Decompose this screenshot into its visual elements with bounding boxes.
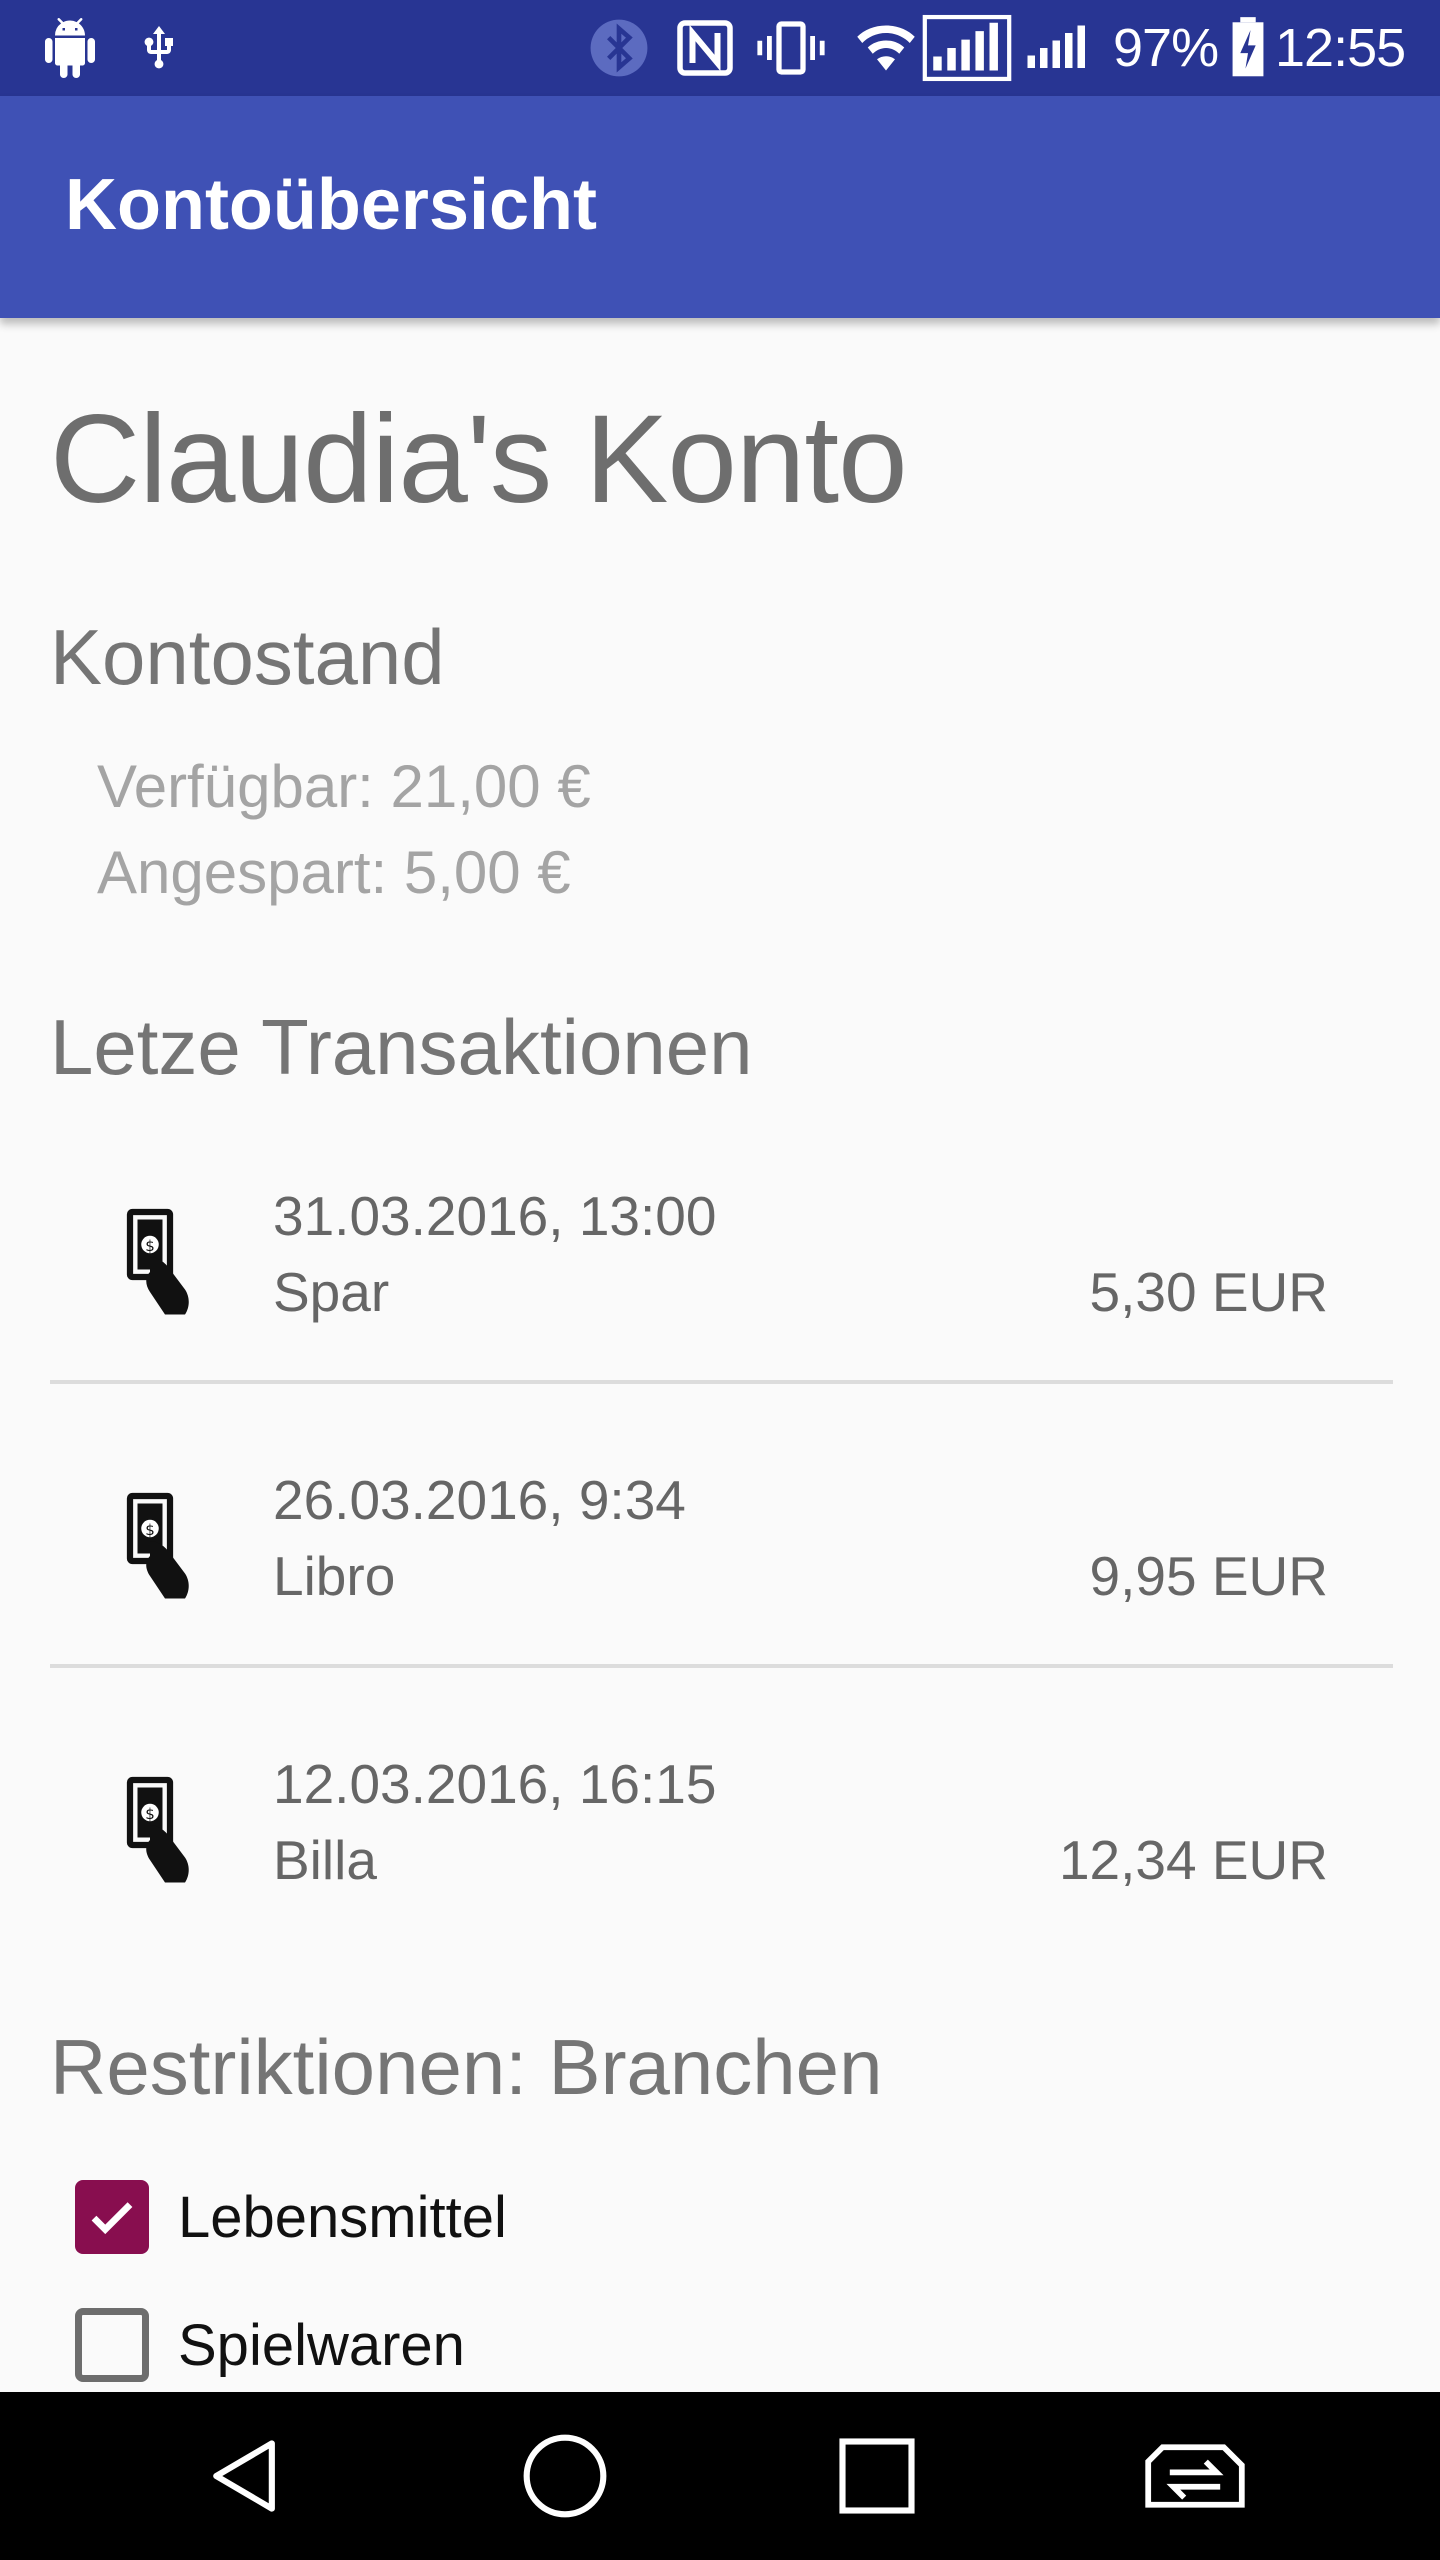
screen: 97% 12:55 Kontoübersicht Claudia's Konto… [0,0,1440,2560]
restriction-spielwaren[interactable]: Spielwaren [75,2305,465,2385]
transaction-row[interactable]: $ 31.03.2016, 13:00 Spar 5,30 EUR [0,1162,1440,1446]
checkbox-label: Spielwaren [178,2312,465,2378]
transaction-merchant: Billa [273,1829,377,1891]
app-bar-title: Kontoübersicht [65,165,597,245]
transaction-row[interactable]: $ 12.03.2016, 16:15 Billa 12,34 EUR [0,1730,1440,2014]
android-debug-icon [40,0,100,96]
checkbox-checked[interactable] [75,2180,149,2254]
divider [50,1664,1393,1668]
saved-balance: Angespart: 5,00 € [97,839,571,906]
clock: 12:55 [1275,18,1406,78]
vibrate-icon [755,0,827,96]
home-circle-icon [523,2434,607,2518]
back-button[interactable] [180,2392,310,2560]
divider [50,1380,1393,1384]
recents-button[interactable] [812,2392,942,2560]
signal-icon [1020,0,1100,96]
transaction-merchant: Spar [273,1261,390,1323]
status-bar: 97% 12:55 [0,0,1440,96]
battery-percent: 97% [1113,18,1219,78]
app-bar: Kontoübersicht [0,96,1440,318]
battery-charging-icon [1230,0,1266,96]
check-icon [91,2202,133,2235]
payment-hand-icon: $ [125,1207,195,1317]
svg-text:$: $ [145,1805,155,1823]
navigation-bar [0,2392,1440,2560]
transaction-date: 26.03.2016, 9:34 [273,1469,686,1531]
transaction-date: 31.03.2016, 13:00 [273,1185,717,1247]
signal-icon [922,0,1012,96]
recents-square-icon [839,2438,915,2514]
restriction-lebensmittel[interactable]: Lebensmittel [75,2177,507,2257]
svg-text:$: $ [145,1237,155,1255]
svg-text:$: $ [145,1521,155,1539]
payment-hand-icon: $ [125,1491,195,1601]
transaction-merchant: Libro [273,1545,396,1607]
account-title: Claudia's Konto [50,390,908,529]
restrictions-heading: Restriktionen: Branchen [50,2023,883,2111]
transaction-amount: 9,95 EUR [1089,1545,1328,1607]
payment-hand-icon: $ [125,1775,195,1885]
balance-heading: Kontostand [50,613,445,701]
home-button[interactable] [500,2392,630,2560]
transaction-amount: 5,30 EUR [1089,1261,1328,1323]
switch-sim-button[interactable] [1130,2392,1260,2560]
transaction-date: 12.03.2016, 16:15 [273,1753,717,1815]
available-balance: Verfügbar: 21,00 € [97,753,591,820]
nfc-icon [675,0,735,96]
back-triangle-icon [213,2440,275,2512]
bluetooth-icon [588,0,650,96]
usb-icon [135,0,183,96]
checkbox-unchecked[interactable] [75,2308,149,2382]
transaction-amount: 12,34 EUR [1058,1829,1328,1891]
transaction-row[interactable]: $ 26.03.2016, 9:34 Libro 9,95 EUR [0,1446,1440,1730]
transactions-heading: Letze Transaktionen [50,1003,753,1091]
checkbox-label: Lebensmittel [178,2184,507,2250]
wifi-icon [853,0,919,96]
sim-switch-icon [1145,2444,1245,2508]
